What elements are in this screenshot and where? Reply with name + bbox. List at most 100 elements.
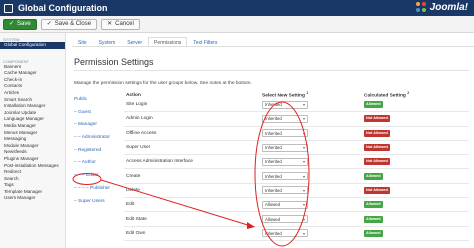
setting-value: Inherited xyxy=(265,130,282,136)
status-badge: Not Allowed xyxy=(364,144,390,152)
setting-value: Inherited xyxy=(265,145,282,151)
table-row: Offline Access Inherited ▾ Not Allowed xyxy=(124,127,469,141)
setting-value: Inherited xyxy=(265,173,282,179)
sidebar-item[interactable]: Contacts xyxy=(0,83,65,90)
table-body: Site Login Inherited ▾ Allowed Admin Login In… xyxy=(124,98,469,241)
setting-value: Inherited xyxy=(265,102,282,108)
table-row: Edit State Allowed ▾ Allowed xyxy=(124,212,469,227)
user-group-item[interactable]: – – Administrator xyxy=(74,132,122,145)
setting-select[interactable]: Inherited ▾ xyxy=(262,157,308,166)
permissions-table: Action Select New Setting 1 Calculated S… xyxy=(124,91,469,241)
chevron-down-icon: ▾ xyxy=(302,116,305,122)
action-name: Offline Access xyxy=(126,130,157,136)
app-header: Global Configuration Joomla! xyxy=(0,0,474,16)
col-calculated: Calculated Setting 2 xyxy=(364,91,469,99)
brand[interactable]: Joomla! xyxy=(415,1,468,13)
action-name: Edit xyxy=(126,202,135,208)
sidebar-item[interactable]: Smart Search xyxy=(0,97,65,104)
sidebar-item[interactable]: Users Manager xyxy=(0,195,65,202)
setting-cell: Allowed ▾ xyxy=(262,200,364,209)
user-group-item[interactable]: – Manager xyxy=(74,119,122,132)
user-group-item[interactable]: – Super Users xyxy=(74,196,122,209)
user-group-item[interactable]: – Registered xyxy=(74,145,122,158)
setting-select[interactable]: Inherited ▾ xyxy=(262,143,308,152)
action-name: Edit Own xyxy=(126,230,146,236)
calculated-cell: Allowed xyxy=(364,229,469,237)
sidebar-item[interactable]: Search xyxy=(0,176,65,183)
sidebar-item[interactable]: Check-in xyxy=(0,77,65,84)
table-row: Super User Inherited ▾ Not Allowed xyxy=(124,141,469,156)
user-group-item[interactable]: – – – – Publisher xyxy=(74,183,122,196)
settings-icon xyxy=(4,3,13,13)
sidebar-item[interactable]: Media Manager xyxy=(0,123,65,130)
intro-text: Manage the permission settings for the u… xyxy=(74,81,252,86)
sidebar-item[interactable]: Module Manager xyxy=(0,143,65,150)
setting-cell: Inherited ▾ xyxy=(262,172,364,181)
check-icon: ✓ xyxy=(46,21,52,27)
action-name: Site Login xyxy=(126,102,148,108)
status-badge: Not Allowed xyxy=(364,129,390,137)
setting-value: Inherited xyxy=(265,159,282,165)
table-row: Delete Inherited ▾ Not Allowed xyxy=(124,184,469,199)
cancel-label: Cancel xyxy=(115,21,134,27)
sidebar-item-global-configuration[interactable]: Global Configuration xyxy=(0,42,65,49)
chevron-down-icon: ▾ xyxy=(302,173,305,179)
setting-cell: Inherited ▾ xyxy=(262,229,364,238)
sidebar-item[interactable]: Language Manager xyxy=(0,116,65,123)
brand-name: Joomla! xyxy=(429,1,468,13)
user-group-item[interactable]: Public xyxy=(74,94,122,107)
check-icon: ✓ xyxy=(9,21,15,27)
table-row: Site Login Inherited ▾ Allowed xyxy=(124,98,469,113)
sidebar-item[interactable]: Messaging xyxy=(0,136,65,143)
setting-cell: Allowed ▾ xyxy=(262,215,364,224)
sidebar-item[interactable]: Menus Manager xyxy=(0,130,65,137)
table-header: Action Select New Setting 1 Calculated S… xyxy=(124,91,469,99)
status-badge: Allowed xyxy=(364,172,383,180)
setting-select[interactable]: Inherited ▾ xyxy=(262,114,308,123)
user-group-item[interactable]: – Guest xyxy=(74,107,122,120)
action-name: Delete xyxy=(126,187,140,193)
setting-select[interactable]: Inherited ▾ xyxy=(262,172,308,181)
cancel-button[interactable]: ✕ Cancel xyxy=(101,18,140,30)
setting-cell: Inherited ▾ xyxy=(262,143,364,152)
sidebar-item[interactable]: Tags xyxy=(0,182,65,189)
table-row: Access Administration Interface Inherited… xyxy=(124,155,469,170)
setting-value: Allowed xyxy=(265,216,281,222)
sidebar-item[interactable]: Banners xyxy=(0,64,65,71)
setting-value: Allowed xyxy=(265,202,281,208)
sidebar-item[interactable]: Newsfeeds xyxy=(0,149,65,156)
save-close-button[interactable]: ✓ Save & Close xyxy=(40,18,98,30)
chevron-down-icon: ▾ xyxy=(302,159,305,165)
user-group-item[interactable]: – – Author xyxy=(74,157,122,170)
calculated-cell: Allowed xyxy=(364,101,469,109)
setting-select[interactable]: Allowed ▾ xyxy=(262,215,308,224)
setting-select[interactable]: Inherited ▾ xyxy=(262,186,308,195)
setting-select[interactable]: Inherited ▾ xyxy=(262,100,308,109)
sidebar-item[interactable]: Installation Manager xyxy=(0,103,65,110)
sidebar-item[interactable]: Plugins Manager xyxy=(0,156,65,163)
chevron-down-icon: ▾ xyxy=(302,230,305,236)
setting-select[interactable]: Inherited ▾ xyxy=(262,229,308,238)
setting-value: Inherited xyxy=(265,187,282,193)
sidebar-item[interactable]: Post-installation Messages xyxy=(0,163,65,170)
setting-select[interactable]: Allowed ▾ xyxy=(262,200,308,209)
heading-divider xyxy=(74,70,469,71)
user-group-item[interactable]: – – – Editor xyxy=(74,170,122,183)
save-button[interactable]: ✓ Save xyxy=(3,18,37,30)
calculated-cell: Not Allowed xyxy=(364,144,469,152)
sidebar-item[interactable]: Cache Manager xyxy=(0,70,65,77)
table-row: Edit Allowed ▾ Allowed xyxy=(124,198,469,213)
sidebar-item[interactable]: Template Manager xyxy=(0,189,65,196)
setting-select[interactable]: Inherited ▾ xyxy=(262,129,308,138)
page-title: Global Configuration xyxy=(18,3,108,13)
sidebar-item[interactable]: Joomla! Update xyxy=(0,110,65,117)
col-calculated-footnote: 2 xyxy=(407,91,410,96)
chevron-down-icon: ▾ xyxy=(302,130,305,136)
tab-divider xyxy=(72,46,474,47)
setting-cell: Inherited ▾ xyxy=(262,129,364,138)
sidebar-item[interactable]: Redirect xyxy=(0,169,65,176)
sidebar-item[interactable]: Articles xyxy=(0,90,65,97)
table-row: Admin Login Inherited ▾ Not Allowed xyxy=(124,112,469,127)
save-label: Save xyxy=(17,21,31,27)
status-badge: Allowed xyxy=(364,229,383,237)
